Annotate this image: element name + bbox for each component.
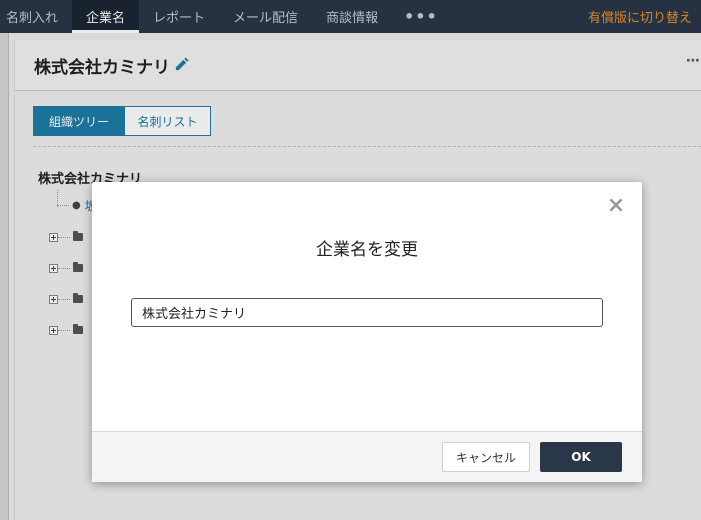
dialog-title: 企業名を変更 <box>316 240 418 260</box>
close-icon[interactable]: × <box>606 195 626 217</box>
dialog-footer: キャンセル OK <box>92 431 642 482</box>
ok-button[interactable]: OK <box>540 442 622 472</box>
rename-company-dialog: × 企業名を変更 キャンセル OK <box>92 182 642 482</box>
cancel-button[interactable]: キャンセル <box>442 442 530 472</box>
company-name-input[interactable] <box>131 298 603 327</box>
